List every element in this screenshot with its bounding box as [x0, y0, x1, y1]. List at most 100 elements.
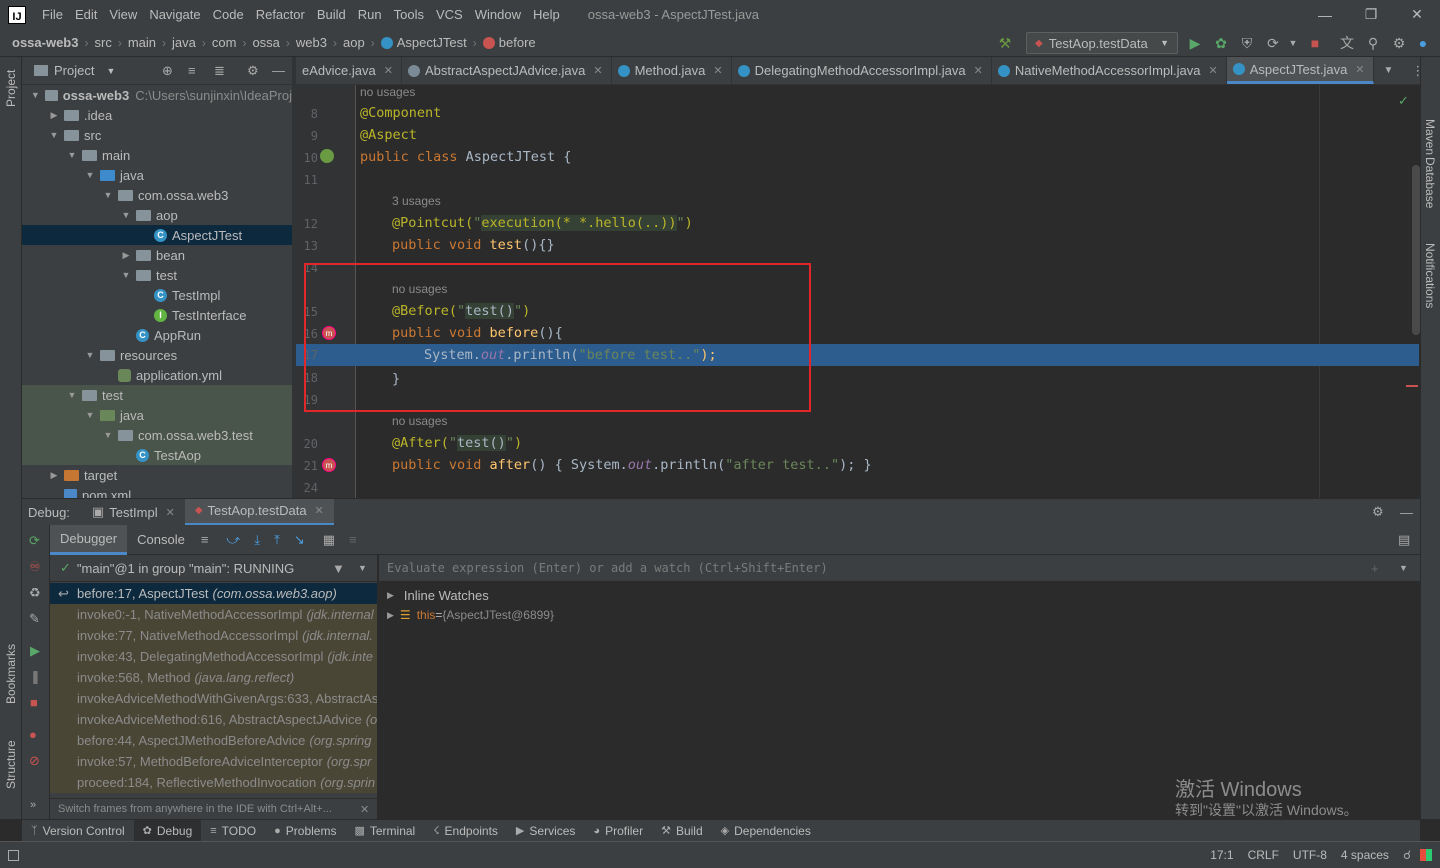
- hide-panel-icon[interactable]: —: [1400, 505, 1413, 520]
- breadcrumb-aop[interactable]: aop: [340, 35, 368, 50]
- translate-icon[interactable]: 文: [1338, 34, 1356, 52]
- mute-breakpoints-icon[interactable]: ⊘: [29, 753, 40, 769]
- close-window-button[interactable]: ✕: [1394, 0, 1440, 29]
- tree-item-aspectjtest[interactable]: C AspectJTest: [22, 225, 292, 245]
- close-icon[interactable]: ✕: [713, 64, 722, 77]
- breadcrumb-ossa[interactable]: ossa: [249, 35, 282, 50]
- line-separator[interactable]: CRLF: [1241, 848, 1286, 862]
- tree-item-testinterface[interactable]: I TestInterface: [22, 305, 292, 325]
- tree-item-testimpl[interactable]: C TestImpl: [22, 285, 292, 305]
- stack-frame[interactable]: invoke:77, NativeMethodAccessorImpl (jdk.…: [50, 625, 377, 646]
- breadcrumb-src[interactable]: src: [91, 35, 114, 50]
- tool-build[interactable]: ⚒ Build: [652, 820, 712, 842]
- tool-debug[interactable]: ✿ Debug: [133, 819, 202, 842]
- locate-target-icon[interactable]: ⊕: [162, 63, 173, 79]
- breadcrumb-method[interactable]: before: [480, 35, 539, 50]
- tool-problems[interactable]: ● Problems: [265, 820, 345, 842]
- stack-frame[interactable]: invoke0:-1, NativeMethodAccessorImpl (jdk…: [50, 604, 377, 625]
- chevron-down-icon[interactable]: ▼: [120, 270, 132, 280]
- tree-item-pom-xml[interactable]: pom.xml: [22, 485, 292, 498]
- menu-refactor[interactable]: Refactor: [250, 7, 311, 22]
- coverage-icon[interactable]: ⛨: [1238, 34, 1256, 52]
- stack-frame[interactable]: before:44, AspectJMethodBeforeAdvice (org…: [50, 730, 377, 751]
- tree-item--idea[interactable]: ▶ .idea: [22, 105, 292, 125]
- filter-icon[interactable]: ▼: [332, 561, 345, 576]
- resume-icon[interactable]: ▶: [30, 643, 40, 659]
- tool-dependencies[interactable]: ◈ Dependencies: [712, 820, 820, 842]
- menu-build[interactable]: Build: [311, 7, 352, 22]
- no-problems-check-icon[interactable]: ✓: [1398, 93, 1409, 109]
- chevron-down-icon[interactable]: ▼: [48, 130, 60, 140]
- chevron-down-icon[interactable]: ▼: [1399, 563, 1408, 573]
- tree-item-aop[interactable]: ▼ aop: [22, 205, 292, 225]
- tree-item-target[interactable]: ▶ target: [22, 465, 292, 485]
- close-icon[interactable]: ✕: [384, 64, 393, 77]
- tab-native-method-accessor-impl[interactable]: NativeMethodAccessorImpl.java ✕: [992, 57, 1227, 84]
- step-out-icon[interactable]: ⤒: [274, 532, 280, 548]
- stack-frame[interactable]: ↩ before:17, AspectJTest (com.ossa.web3.ao…: [50, 583, 377, 604]
- variable-this[interactable]: ▶ ☰ this = {AspectJTest@6899}: [387, 605, 554, 625]
- menu-navigate[interactable]: Navigate: [143, 7, 206, 22]
- pause-icon[interactable]: ❚: [30, 669, 41, 685]
- tab-debugger[interactable]: Debugger: [50, 524, 128, 555]
- chevron-down-icon[interactable]: ▼: [120, 210, 132, 220]
- tree-item-apprun[interactable]: C AppRun: [22, 325, 292, 345]
- chevron-down-icon[interactable]: ▼: [84, 410, 96, 420]
- rerun-failed-icon[interactable]: ♾: [29, 559, 41, 575]
- tab-abstract-aspectj-advice[interactable]: AbstractAspectJAdvice.java ✕: [402, 57, 612, 84]
- spring-bean-icon[interactable]: [320, 149, 334, 163]
- view-breakpoints-icon[interactable]: ●: [29, 727, 37, 742]
- tree-item-src[interactable]: ▼ src: [22, 125, 292, 145]
- tree-item-application-yml[interactable]: application.yml: [22, 365, 292, 385]
- debug-tab-testaop[interactable]: ◆ TestAop.testData ✕: [184, 498, 334, 526]
- stack-frame[interactable]: invokeAdviceMethod:616, AbstractAspectJA…: [50, 709, 377, 730]
- maven-tool-button[interactable]: Maven: [1423, 119, 1437, 155]
- restore-layout-icon[interactable]: ♻: [29, 585, 41, 601]
- vertical-scrollbar[interactable]: [1412, 165, 1420, 335]
- stack-frame[interactable]: invoke:568, Method (java.lang.reflect): [50, 667, 377, 688]
- stack-frame[interactable]: invokeAdviceMethodWithGivenArgs:633, Abs…: [50, 688, 377, 709]
- chevron-right-icon[interactable]: ▶: [48, 470, 60, 481]
- menu-vcs[interactable]: VCS: [430, 7, 469, 22]
- stop-icon[interactable]: ■: [30, 695, 38, 710]
- breadcrumb-java[interactable]: java: [169, 35, 199, 50]
- hide-panel-icon[interactable]: —: [272, 63, 285, 78]
- close-icon[interactable]: ✕: [315, 504, 324, 517]
- tab-aspectj-method-before-advice[interactable]: eAdvice.java ✕: [296, 57, 402, 84]
- tab-delegating-method-accessor-impl[interactable]: DelegatingMethodAccessorImpl.java ✕: [732, 57, 992, 84]
- chevron-right-icon[interactable]: ▶: [48, 110, 60, 121]
- usages-hint[interactable]: no usages: [360, 85, 415, 99]
- chevron-down-icon[interactable]: ▼: [102, 430, 114, 440]
- chevron-down-icon[interactable]: ▼: [30, 90, 41, 100]
- tree-item-testaop[interactable]: C TestAop: [22, 445, 292, 465]
- notifications-tool-button[interactable]: Notifications: [1423, 243, 1437, 308]
- breadcrumb-class[interactable]: AspectJTest: [378, 35, 470, 50]
- settings-gear-icon[interactable]: ⚙: [247, 63, 259, 79]
- chevron-down-icon[interactable]: ▼: [102, 190, 114, 200]
- chevron-down-icon[interactable]: ▼: [106, 66, 115, 76]
- breadcrumb-com[interactable]: com: [209, 35, 240, 50]
- toggle-tool-windows-icon[interactable]: [8, 849, 19, 861]
- menu-code[interactable]: Code: [207, 7, 250, 22]
- close-icon[interactable]: ✕: [1209, 64, 1218, 77]
- tool-todo[interactable]: ≡ TODO: [201, 820, 265, 842]
- debug-tab-testimpl[interactable]: ▣ TestImpl ✕: [82, 499, 185, 526]
- tree-item-test[interactable]: ▼ test: [22, 265, 292, 285]
- chevron-down-icon[interactable]: ▼: [358, 563, 367, 573]
- tab-console[interactable]: Console: [127, 525, 195, 555]
- threads-menu-icon[interactable]: ≡: [201, 532, 209, 547]
- menu-edit[interactable]: Edit: [69, 7, 103, 22]
- menu-tools[interactable]: Tools: [388, 7, 430, 22]
- tree-item-ossa-web3[interactable]: ▼ ossa-web3 C:\Users\sunjinxin\IdeaProj: [22, 85, 292, 105]
- stack-frame[interactable]: invoke:57, MethodBeforeAdviceInterceptor…: [50, 751, 377, 772]
- tool-profiler[interactable]: ◕ Profiler: [584, 820, 652, 842]
- error-stripe-marker[interactable]: [1406, 385, 1418, 387]
- close-icon[interactable]: ✕: [1355, 63, 1364, 76]
- structure-tool-button[interactable]: Structure: [4, 740, 18, 789]
- menu-file[interactable]: File: [36, 7, 69, 22]
- minimize-button[interactable]: —: [1302, 0, 1348, 29]
- tree-item-java[interactable]: ▼ java: [22, 165, 292, 185]
- tree-item-com-ossa-web3[interactable]: ▼ com.ossa.web3: [22, 185, 292, 205]
- more-run-chevron-icon[interactable]: ▼: [1284, 34, 1302, 52]
- breadcrumb-project[interactable]: ossa-web3: [0, 35, 81, 50]
